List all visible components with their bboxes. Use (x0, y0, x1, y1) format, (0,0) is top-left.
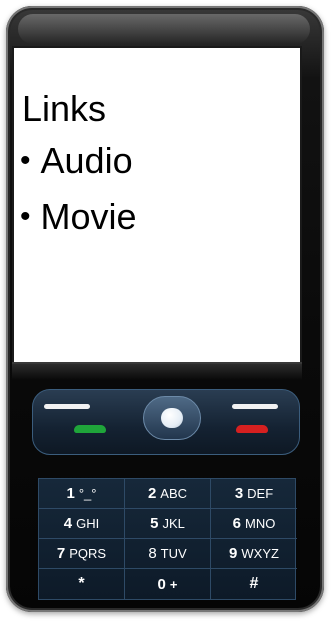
key-5[interactable]: 5 JKL (125, 509, 211, 539)
screen-bezel-gloss (12, 362, 302, 380)
key-0[interactable]: 0 + (125, 569, 211, 599)
bullet-icon: • (20, 200, 31, 233)
phone-gloss (18, 14, 310, 44)
link-audio-label: Audio (40, 140, 133, 181)
key-6[interactable]: 6 MNO (211, 509, 297, 539)
end-call-button-icon[interactable] (236, 425, 268, 433)
left-softkey-button[interactable] (44, 404, 90, 409)
key-hash[interactable]: # (211, 569, 297, 599)
ok-center-icon (161, 408, 183, 428)
right-softkey-button[interactable] (232, 404, 278, 409)
key-star[interactable]: * (39, 569, 125, 599)
link-movie-label: Movie (40, 196, 137, 237)
key-2[interactable]: 2 ABC (125, 479, 211, 509)
screen-title: Links (22, 88, 107, 129)
key-8[interactable]: 8 TUV (125, 539, 211, 569)
key-7[interactable]: 7 PQRS (39, 539, 125, 569)
link-audio[interactable]: • Audio (20, 140, 133, 182)
call-button-icon[interactable] (74, 425, 106, 433)
bullet-icon: • (20, 144, 31, 177)
key-9[interactable]: 9 WXYZ (211, 539, 297, 569)
voicemail-icon: °_° (78, 486, 97, 501)
keypad: 1 °_° 2 ABC 3 DEF 4 GHI 5 JKL 6 MNO 7 PQRS 8 TUV… (38, 478, 297, 600)
key-4[interactable]: 4 GHI (39, 509, 125, 539)
key-3[interactable]: 3 DEF (211, 479, 297, 509)
link-movie[interactable]: • Movie (20, 196, 137, 238)
key-1[interactable]: 1 °_° (39, 479, 125, 509)
